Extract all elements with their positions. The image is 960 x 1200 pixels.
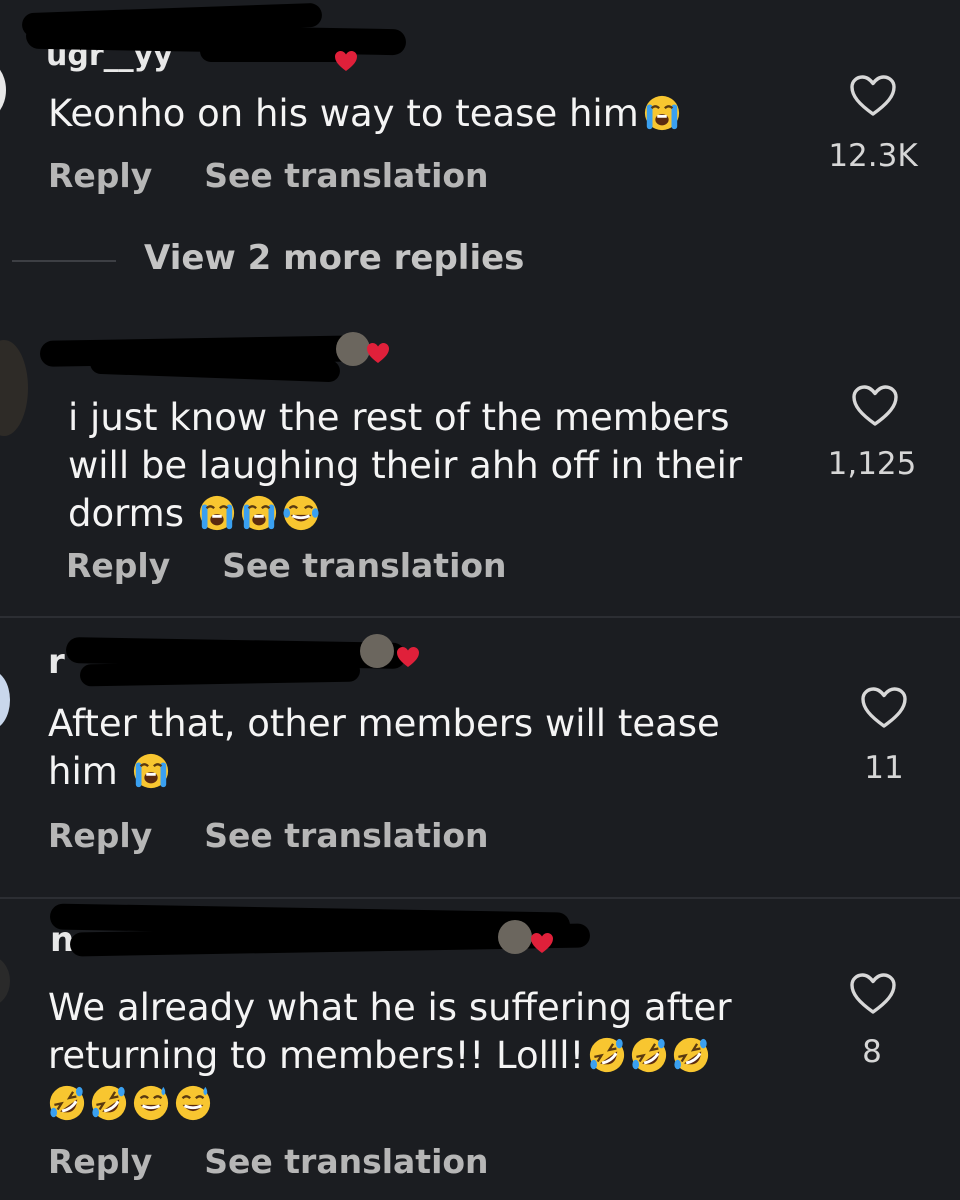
heart-outline-icon[interactable] <box>851 384 899 428</box>
comment-text-line: Keonho on his way to tease him <box>48 92 639 135</box>
loudly-crying-emoji-icon <box>132 752 170 790</box>
rolling-on-floor-laughing-emoji-icon <box>90 1084 128 1122</box>
red-heart-icon <box>334 50 358 72</box>
comment-actions: Reply See translation <box>48 816 489 855</box>
rolling-on-floor-laughing-emoji-icon <box>588 1036 626 1074</box>
heart-outline-icon[interactable] <box>860 686 908 730</box>
see-translation-button[interactable]: See translation <box>204 816 488 855</box>
loudly-crying-emoji-icon <box>240 494 278 532</box>
username-fragment[interactable]: r <box>48 642 65 682</box>
comment-text-line: i just know the rest of the members <box>68 396 730 439</box>
avatar[interactable] <box>0 60 6 120</box>
comment-text-line: him <box>48 750 118 793</box>
avatar[interactable] <box>0 956 10 1006</box>
rolling-on-floor-laughing-emoji-icon <box>48 1084 86 1122</box>
view-more-replies[interactable]: View 2 more replies <box>0 236 960 286</box>
comment-text: We already what he is suffering after re… <box>48 984 732 1128</box>
comment-2: z i just know the rest of the members wi… <box>0 310 960 610</box>
reply-button[interactable]: Reply <box>66 546 170 585</box>
divider <box>0 897 960 899</box>
red-heart-icon <box>530 932 554 954</box>
heart-outline-icon[interactable] <box>849 972 897 1016</box>
tears-of-joy-emoji-icon <box>282 494 320 532</box>
avatar[interactable] <box>0 340 28 436</box>
heart-outline-icon[interactable] <box>849 74 897 118</box>
username-redaction <box>200 40 350 62</box>
see-translation-button[interactable]: See translation <box>204 156 488 195</box>
loudly-crying-emoji-icon <box>643 94 681 132</box>
comment-text-line: After that, other members will tease <box>48 702 720 745</box>
rolling-on-floor-laughing-emoji-icon <box>672 1036 710 1074</box>
red-heart-icon <box>366 342 390 364</box>
see-translation-button[interactable]: See translation <box>222 546 506 585</box>
comment-text-line: dorms <box>68 492 185 535</box>
comment-1: ugr__yy Keonho on his way to tease him R… <box>0 0 960 230</box>
comment-4: n We already what he is suffering after … <box>0 900 960 1200</box>
reply-button[interactable]: Reply <box>48 156 152 195</box>
comment-text-line: returning to members!! Lolll! <box>48 1034 585 1077</box>
comment-actions: Reply See translation <box>48 156 489 195</box>
divider <box>0 616 960 618</box>
avatar[interactable] <box>0 670 10 730</box>
grinning-sweat-emoji-icon <box>132 1084 170 1122</box>
comment-actions: Reply See translation <box>66 546 507 585</box>
comment-text-line: We already what he is suffering after <box>48 986 732 1029</box>
comment-actions: Reply See translation <box>48 1142 489 1181</box>
loudly-crying-emoji-icon <box>198 494 236 532</box>
like-count: 1,125 <box>827 446 917 482</box>
like-count: 11 <box>864 750 904 786</box>
rolling-on-floor-laughing-emoji-icon <box>630 1036 668 1074</box>
avatar <box>498 920 532 954</box>
red-heart-icon <box>396 646 420 668</box>
like-count: 8 <box>862 1034 882 1070</box>
comment-3: r After that, other members will tease h… <box>0 620 960 896</box>
avatar <box>360 634 394 668</box>
comment-text: Keonho on his way to tease him <box>48 90 681 138</box>
grinning-sweat-emoji-icon <box>174 1084 212 1122</box>
reply-button[interactable]: Reply <box>48 816 152 855</box>
reply-button[interactable]: Reply <box>48 1142 152 1181</box>
comment-text: After that, other members will tease him <box>48 700 720 796</box>
see-translation-button[interactable]: See translation <box>204 1142 488 1181</box>
divider-line <box>12 260 116 262</box>
avatar <box>336 332 370 366</box>
comment-text: i just know the rest of the members will… <box>68 394 742 538</box>
username-redaction <box>79 659 361 687</box>
comment-text-line: will be laughing their ahh off in their <box>68 444 743 487</box>
view-more-replies-label[interactable]: View 2 more replies <box>144 238 524 278</box>
like-count: 12.3K <box>828 138 918 174</box>
